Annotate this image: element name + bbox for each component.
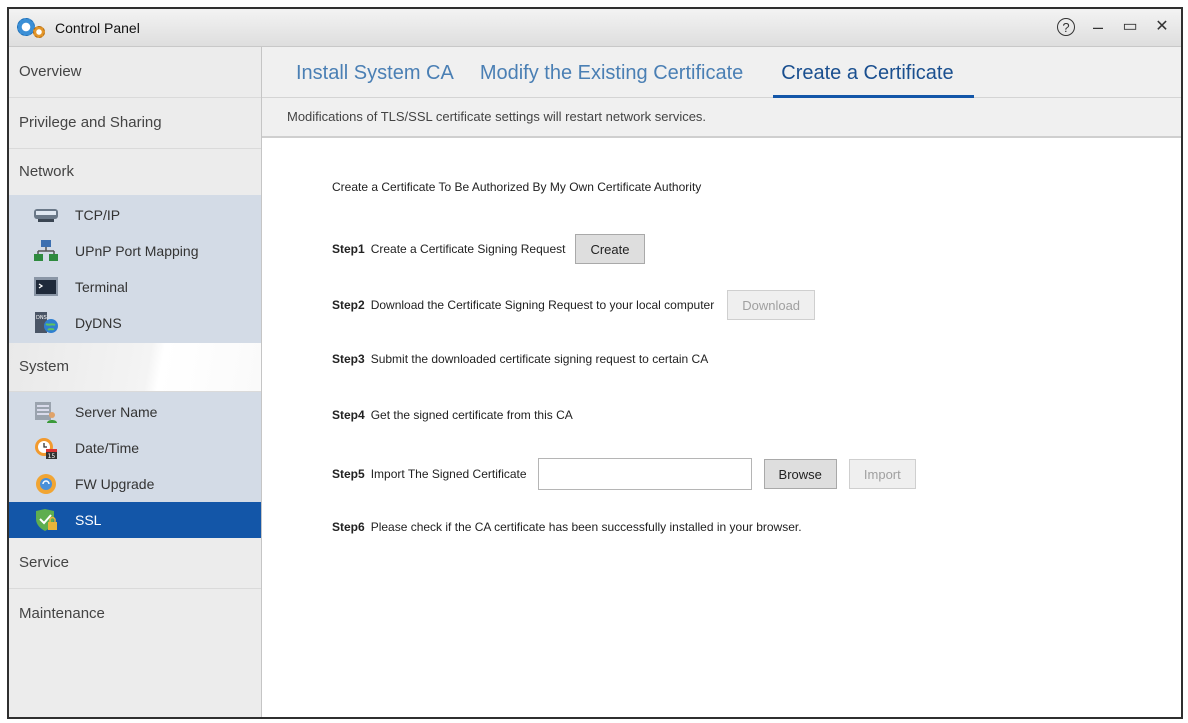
sidebar-category-network[interactable]: Network [9, 149, 261, 195]
tab-create-certificate[interactable]: Create a Certificate [773, 62, 974, 98]
step-label: Step3 [332, 352, 365, 366]
clock-calendar-icon: 15 [33, 436, 59, 460]
svg-text:DNS: DNS [36, 315, 47, 321]
sidebar-category-service[interactable]: Service [9, 538, 261, 589]
dns-globe-icon: DNS [33, 311, 59, 335]
step-text: Create a Certificate Signing Request [370, 242, 566, 256]
step-label: Step5 [332, 467, 365, 481]
minimize-icon[interactable]: – [1089, 16, 1107, 38]
sidebar-item-dydns[interactable]: DNS DyDNS [9, 305, 261, 341]
sidebar-item-label: SSL [75, 512, 102, 528]
network-card-icon [33, 203, 59, 227]
sidebar-item-label: Date/Time [75, 440, 140, 456]
help-icon[interactable]: ? [1057, 18, 1075, 36]
step-text: Get the signed certificate from this CA [370, 408, 573, 422]
network-topology-icon [33, 239, 59, 263]
restart-notice: Modifications of TLS/SSL certificate set… [262, 98, 1181, 138]
step-3: Step3 Submit the downloaded certificate … [332, 352, 708, 366]
sidebar-item-label: TCP/IP [75, 207, 121, 223]
section-heading: Create a Certificate To Be Authorized By… [332, 180, 702, 194]
sidebar-item-label: Server Name [75, 404, 158, 420]
step-label: Step2 [332, 298, 365, 312]
sidebar-category-privilege[interactable]: Privilege and Sharing [9, 98, 261, 149]
control-panel-gears-icon [15, 16, 49, 40]
step-label: Step1 [332, 242, 365, 256]
sidebar-category-maintenance[interactable]: Maintenance [9, 589, 261, 639]
download-button[interactable]: Download [727, 290, 816, 320]
step-1: Step1 Create a Certificate Signing Reque… [332, 234, 645, 264]
maximize-icon[interactable]: ▭ [1121, 16, 1139, 38]
svg-text:15: 15 [48, 453, 56, 460]
tab-modify-existing-certificate[interactable]: Modify the Existing Certificate [472, 62, 755, 97]
browse-button[interactable]: Browse [763, 459, 837, 489]
system-group: Server Name 15 Date/Time FW Upgrade SSL [9, 392, 261, 538]
step-4: Step4 Get the signed certificate from th… [332, 408, 573, 422]
step-5: Step5 Import The Signed Certificate Brow… [332, 458, 916, 490]
sidebar-item-label: DyDNS [75, 315, 122, 331]
create-button[interactable]: Create [575, 234, 645, 264]
step-label: Step6 [332, 520, 365, 534]
sidebar-item-label: Terminal [75, 279, 128, 295]
step-text: Please check if the CA certificate has b… [370, 520, 802, 534]
step-text: Submit the downloaded certificate signin… [370, 352, 709, 366]
sidebar-item-label: UPnP Port Mapping [75, 243, 199, 259]
title-bar[interactable]: Control Panel ? – ▭ ✕ [9, 9, 1181, 47]
sidebar-item-ssl[interactable]: SSL [9, 502, 261, 538]
network-group: TCP/IP UPnP Port Mapping Terminal DNS Dy… [9, 195, 261, 343]
sidebar-item-upnp[interactable]: UPnP Port Mapping [9, 233, 261, 269]
tab-install-system-ca[interactable]: Install System CA [288, 62, 466, 97]
sidebar-item-tcpip[interactable]: TCP/IP [9, 197, 261, 233]
control-panel-window: Control Panel ? – ▭ ✕ Overview Privilege… [7, 7, 1183, 719]
step-text: Download the Certificate Signing Request… [370, 298, 715, 312]
sidebar-category-system[interactable]: System [9, 343, 261, 392]
shield-lock-icon [33, 508, 59, 532]
window-controls: ? – ▭ ✕ [1057, 16, 1171, 38]
sidebar-category-overview[interactable]: Overview [9, 47, 261, 98]
step-label: Step4 [332, 408, 365, 422]
import-button[interactable]: Import [848, 459, 916, 489]
server-user-icon [33, 400, 59, 424]
sidebar-item-fw-upgrade[interactable]: FW Upgrade [9, 466, 261, 502]
terminal-icon [33, 275, 59, 299]
window-title: Control Panel [55, 19, 140, 36]
close-icon[interactable]: ✕ [1153, 16, 1171, 38]
sidebar: Overview Privilege and Sharing Network T… [9, 47, 262, 717]
sidebar-item-label: FW Upgrade [75, 476, 155, 492]
step-text: Import The Signed Certificate [370, 467, 527, 481]
step-6: Step6 Please check if the CA certificate… [332, 520, 802, 534]
certificate-file-field[interactable] [537, 458, 752, 490]
sidebar-item-terminal[interactable]: Terminal [9, 269, 261, 305]
sidebar-item-server-name[interactable]: Server Name [9, 394, 261, 430]
main-panel: Install System CA Modify the Existing Ce… [262, 47, 1181, 717]
step-2: Step2 Download the Certificate Signing R… [332, 290, 816, 320]
tab-bar: Install System CA Modify the Existing Ce… [262, 47, 1181, 98]
sidebar-item-datetime[interactable]: 15 Date/Time [9, 430, 261, 466]
upgrade-refresh-icon [33, 472, 59, 496]
